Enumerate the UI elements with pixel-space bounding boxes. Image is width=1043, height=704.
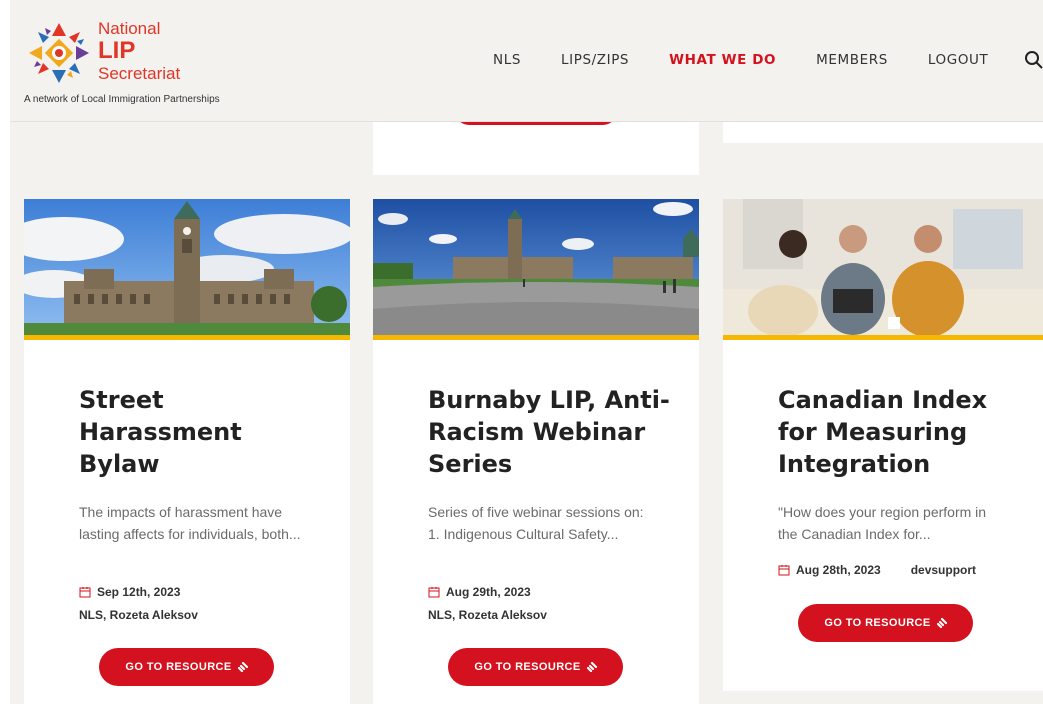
go-to-resource-button[interactable]: GO TO RESOURCE bbox=[99, 648, 274, 686]
previous-card-bottom bbox=[723, 120, 1043, 143]
card-title[interactable]: Burnaby LIP, Anti-Racism Webinar Series bbox=[428, 384, 678, 480]
calendar-icon bbox=[79, 586, 91, 598]
resource-card: Canadian Index for Measuring Integration… bbox=[723, 199, 1043, 691]
card-accent-bar bbox=[24, 335, 350, 340]
card-title[interactable]: Street Harassment Bylaw bbox=[79, 384, 329, 480]
card-description: Series of five webinar sessions on: 1. I… bbox=[428, 504, 644, 542]
button-label: GO TO RESOURCE bbox=[474, 661, 581, 673]
card-date-text: Sep 12th, 2023 bbox=[97, 585, 181, 599]
card-author: NLS, Rozeta Aleksov bbox=[428, 608, 547, 622]
search-icon[interactable] bbox=[1024, 50, 1043, 70]
card-date-text: Aug 28th, 2023 bbox=[796, 563, 881, 577]
nav-item-members[interactable]: MEMBERS bbox=[816, 52, 888, 68]
go-to-resource-button[interactable]: GO TO RESOURCE bbox=[798, 604, 973, 642]
card-author: devsupport bbox=[910, 563, 977, 577]
card-author: NLS, Rozeta Aleksov bbox=[79, 608, 198, 622]
previous-card-bottom bbox=[373, 110, 699, 175]
main-nav: NLS LIPS/ZIPS WHAT WE DO MEMBERS LOGOUT bbox=[493, 52, 1028, 68]
resource-card: Street Harassment Bylaw The impacts of h… bbox=[24, 199, 350, 704]
card-image-parliament[interactable] bbox=[24, 199, 350, 335]
nav-item-what-we-do[interactable]: WHAT WE DO bbox=[669, 52, 776, 68]
card-description: The impacts of harassment have lasting a… bbox=[79, 504, 301, 542]
logo-line-lip: LIP bbox=[98, 37, 136, 64]
nav-item-logout[interactable]: LOGOUT bbox=[928, 52, 988, 68]
button-label: GO TO RESOURCE bbox=[125, 661, 232, 673]
nav-item-nls[interactable]: NLS bbox=[493, 52, 521, 68]
card-description: "How does your region perform in the Can… bbox=[778, 504, 987, 542]
card-image-people-meeting[interactable] bbox=[723, 199, 1043, 335]
card-date: Aug 28th, 2023 devsupport bbox=[778, 563, 976, 577]
card-accent-bar bbox=[723, 335, 1043, 340]
nav-item-lips-zips[interactable]: LIPS/ZIPS bbox=[561, 52, 629, 68]
calendar-icon bbox=[428, 586, 440, 598]
go-to-resource-button[interactable]: GO TO RESOURCE bbox=[448, 648, 623, 686]
site-header: National LIP Secretariat A network of Lo… bbox=[10, 10, 1043, 122]
link-icon bbox=[936, 617, 947, 629]
nls-logo[interactable] bbox=[24, 18, 94, 88]
button-label: GO TO RESOURCE bbox=[824, 617, 931, 629]
link-icon bbox=[237, 661, 248, 673]
card-accent-bar bbox=[373, 335, 699, 340]
tagline: A network of Local Immigration Partnersh… bbox=[24, 94, 220, 105]
logo-wordmark[interactable]: National LIP Secretariat bbox=[98, 20, 180, 82]
card-title[interactable]: Canadian Index for Measuring Integration bbox=[778, 384, 1028, 480]
logo-line-national: National bbox=[98, 19, 161, 38]
card-date: Aug 29th, 2023 bbox=[428, 585, 531, 599]
resource-card: Burnaby LIP, Anti-Racism Webinar Series … bbox=[373, 199, 699, 704]
card-image-parliament-panorama[interactable] bbox=[373, 199, 699, 335]
card-date-text: Aug 29th, 2023 bbox=[446, 585, 531, 599]
card-date: Sep 12th, 2023 bbox=[79, 585, 180, 599]
calendar-icon bbox=[778, 564, 790, 576]
logo-line-secretariat: Secretariat bbox=[98, 64, 181, 83]
link-icon bbox=[586, 661, 597, 673]
